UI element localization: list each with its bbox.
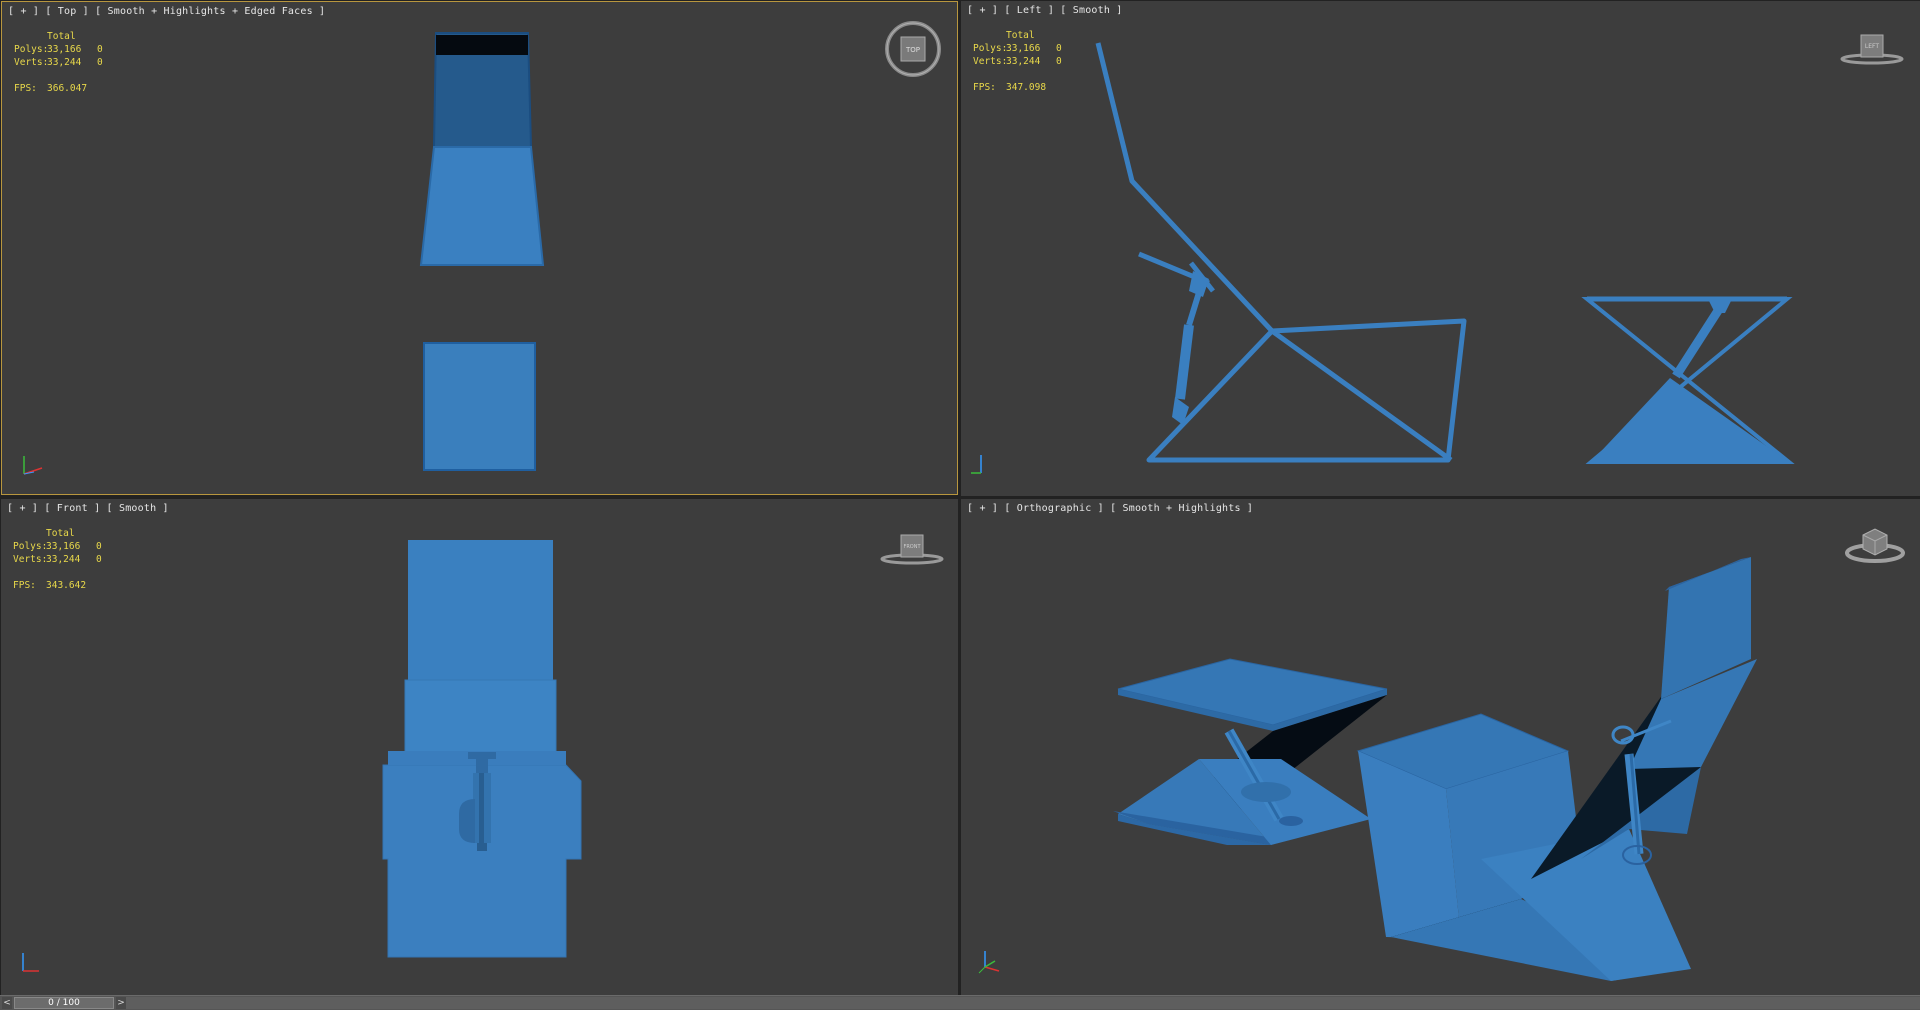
svg-text:LEFT: LEFT xyxy=(1865,43,1879,50)
timeline-bar: < 0 / 100 > xyxy=(0,995,1920,1010)
axis-tripod-icon xyxy=(22,953,39,972)
chair-seat-top xyxy=(419,146,545,266)
svg-text:FRONT: FRONT xyxy=(903,544,921,550)
chair-3d xyxy=(1356,557,1757,981)
svg-text:TOP: TOP xyxy=(905,46,920,54)
chair-back-front xyxy=(408,540,553,680)
viewport-front[interactable]: [ + ] [ Front ] [ Smooth ] Total Polys: 3… xyxy=(1,499,958,995)
axis-tripod-icon xyxy=(23,456,43,475)
table-side xyxy=(1581,296,1795,464)
table-3d xyxy=(1113,658,1388,845)
timeline-track[interactable] xyxy=(126,997,1920,1009)
viewcube-icon[interactable]: FRONT xyxy=(879,529,945,569)
viewport-top[interactable]: [ + ] [ Top ] [ Smooth + Highlights + Ed… xyxy=(1,1,958,495)
chair-top-dark-edge xyxy=(436,35,528,55)
timeline-prev-button[interactable]: < xyxy=(2,997,12,1009)
viewport-orthographic[interactable]: [ + ] [ Orthographic ] [ Smooth + Highli… xyxy=(961,499,1920,995)
chair-side-wireframe xyxy=(1095,42,1467,463)
timeline-next-button[interactable]: > xyxy=(116,997,126,1009)
viewcube-icon[interactable]: TOP xyxy=(884,20,942,78)
scene-top xyxy=(419,32,545,471)
axis-tripod-icon xyxy=(978,951,1000,974)
scene-orthographic xyxy=(1113,557,1757,981)
viewcube-icon[interactable]: LEFT xyxy=(1839,29,1905,69)
viewcube-icon[interactable] xyxy=(1843,525,1907,567)
table-top xyxy=(423,342,536,471)
3d-editor-app: [ + ] [ Top ] [ Smooth + Highlights + Ed… xyxy=(0,0,1920,1010)
scene-front xyxy=(382,540,582,958)
axis-tripod-icon xyxy=(971,455,982,474)
time-slider-thumb[interactable]: 0 / 100 xyxy=(14,997,114,1009)
viewport-left[interactable]: [ + ] [ Left ] [ Smooth ] Total Polys: 33… xyxy=(961,1,1920,496)
scene-left xyxy=(1095,42,1795,464)
